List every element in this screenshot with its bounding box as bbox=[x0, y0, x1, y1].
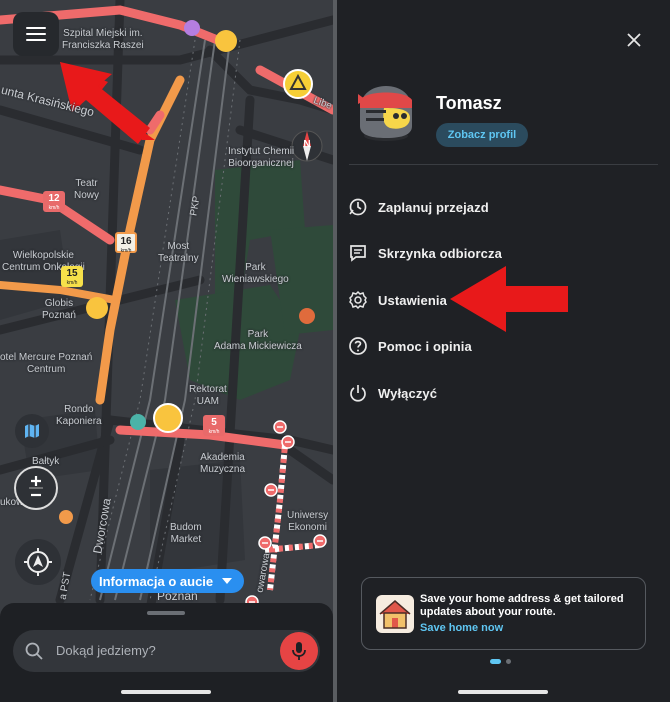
avatar[interactable] bbox=[354, 80, 418, 144]
wazer-icon bbox=[153, 403, 183, 433]
map-layers-button[interactable] bbox=[15, 414, 49, 448]
car-info-button[interactable]: Informacja o aucie bbox=[91, 569, 244, 593]
menu-item-label: Skrzynka odbiorcza bbox=[378, 245, 502, 261]
menu-item-help[interactable]: Pomoc i opinia bbox=[347, 329, 647, 363]
gear-icon bbox=[347, 289, 369, 311]
map-label-rektorat: Rektorat UAM bbox=[189, 384, 227, 407]
menu-item-label: Wyłączyć bbox=[378, 385, 438, 401]
hamburger-menu-button[interactable] bbox=[13, 12, 59, 56]
map-label-park-mickiewicza: Park Adama Mickiewicza bbox=[214, 329, 302, 352]
divider bbox=[349, 164, 658, 165]
power-icon bbox=[347, 382, 369, 404]
search-placeholder: Dokąd jedziemy? bbox=[56, 643, 156, 658]
menu-item-inbox[interactable]: Skrzynka odbiorcza bbox=[347, 236, 647, 270]
map-label-szpital: Szpital Miejski im. Franciszka Raszei bbox=[62, 28, 144, 51]
house-icon bbox=[376, 595, 414, 633]
menu-icon-line bbox=[26, 33, 46, 35]
speed-badge: 16 km/h bbox=[115, 232, 137, 254]
speed-badge: 5 km/h bbox=[203, 415, 225, 436]
close-icon[interactable] bbox=[623, 29, 645, 51]
save-home-card[interactable]: Save your home address & get tailored up… bbox=[361, 577, 646, 650]
map-label-park-wieniawskiego: Park Wieniawskiego bbox=[222, 262, 289, 285]
menu-icon-line bbox=[26, 39, 46, 41]
search-input[interactable]: Dokąd jedziemy? bbox=[13, 630, 320, 672]
wazer-icon bbox=[184, 20, 200, 36]
menu-item-power-off[interactable]: Wyłączyć bbox=[347, 376, 647, 410]
menu-item-plan-drive[interactable]: Zaplanuj przejazd bbox=[347, 190, 647, 224]
menu-item-label: Pomoc i opinia bbox=[378, 338, 472, 354]
map-label-uniwersytet: Uniwersy Ekonomi bbox=[287, 510, 329, 533]
home-indicator bbox=[458, 690, 548, 694]
wazer-icon bbox=[130, 414, 146, 430]
menu-item-label: Zaplanuj przejazd bbox=[378, 199, 489, 215]
map-label-instytut: Instytut Chemii Bioorganicznej bbox=[228, 146, 295, 169]
inbox-icon bbox=[347, 242, 369, 264]
page-dot bbox=[506, 659, 511, 664]
home-indicator bbox=[121, 690, 211, 694]
speed-badge: 12 km/h bbox=[43, 191, 65, 212]
closed-road bbox=[267, 444, 288, 591]
annotation-arrow bbox=[450, 266, 568, 332]
wazer-icon bbox=[59, 510, 73, 524]
clock-plan-icon bbox=[347, 196, 369, 218]
compass-letter: N bbox=[303, 139, 311, 150]
menu-item-label: Ustawienia bbox=[378, 292, 447, 308]
map-panel[interactable]: Szpital Miejski im. Franciszka Raszei unt… bbox=[0, 0, 333, 702]
locate-icon bbox=[24, 548, 52, 576]
map-label-budom: Budom Market bbox=[170, 522, 202, 545]
save-home-link[interactable]: Save home now bbox=[420, 622, 503, 634]
view-profile-button[interactable]: Zobacz profil bbox=[436, 123, 528, 147]
map-label-globis: Globis Poznań bbox=[42, 298, 76, 321]
user-name: Tomasz bbox=[436, 93, 502, 113]
car-info-label: Informacja o aucie bbox=[99, 573, 214, 589]
speed-badge: 15 km/h bbox=[61, 266, 83, 287]
search-icon bbox=[25, 642, 43, 660]
voice-search-button[interactable] bbox=[280, 632, 318, 670]
sheet-drag-handle[interactable] bbox=[147, 611, 185, 615]
wazer-icon bbox=[86, 297, 108, 319]
page-dot-active bbox=[490, 659, 501, 664]
home-card-title: Save your home address & get tailored up… bbox=[420, 593, 624, 618]
help-icon bbox=[347, 335, 369, 357]
chevron-down-icon bbox=[222, 578, 233, 584]
map-label-hotel: otel Mercure Poznań Centrum bbox=[0, 352, 93, 375]
wazer-icon bbox=[299, 308, 315, 324]
map-icon bbox=[25, 424, 39, 438]
zoom-control[interactable] bbox=[14, 466, 58, 510]
zoom-plus-minus-icon bbox=[29, 476, 43, 497]
side-menu-panel: Tomasz Zobacz profil Zaplanuj przejazd S… bbox=[337, 0, 670, 702]
wazer-icon bbox=[215, 30, 237, 52]
recenter-button[interactable] bbox=[15, 539, 61, 585]
map-label-akademia: Akademia Muzyczna bbox=[200, 452, 246, 475]
map-label-teatr-nowy: Teatr Nowy bbox=[74, 178, 100, 201]
bottom-sheet[interactable]: Dokąd jedziemy? bbox=[0, 603, 333, 702]
map-label-rondo: Rondo Kaponiera bbox=[56, 404, 102, 427]
microphone-icon bbox=[292, 642, 306, 660]
menu-icon-line bbox=[26, 27, 46, 29]
page-indicator bbox=[490, 659, 511, 664]
map-label-most: Most Teatralny bbox=[158, 241, 199, 264]
